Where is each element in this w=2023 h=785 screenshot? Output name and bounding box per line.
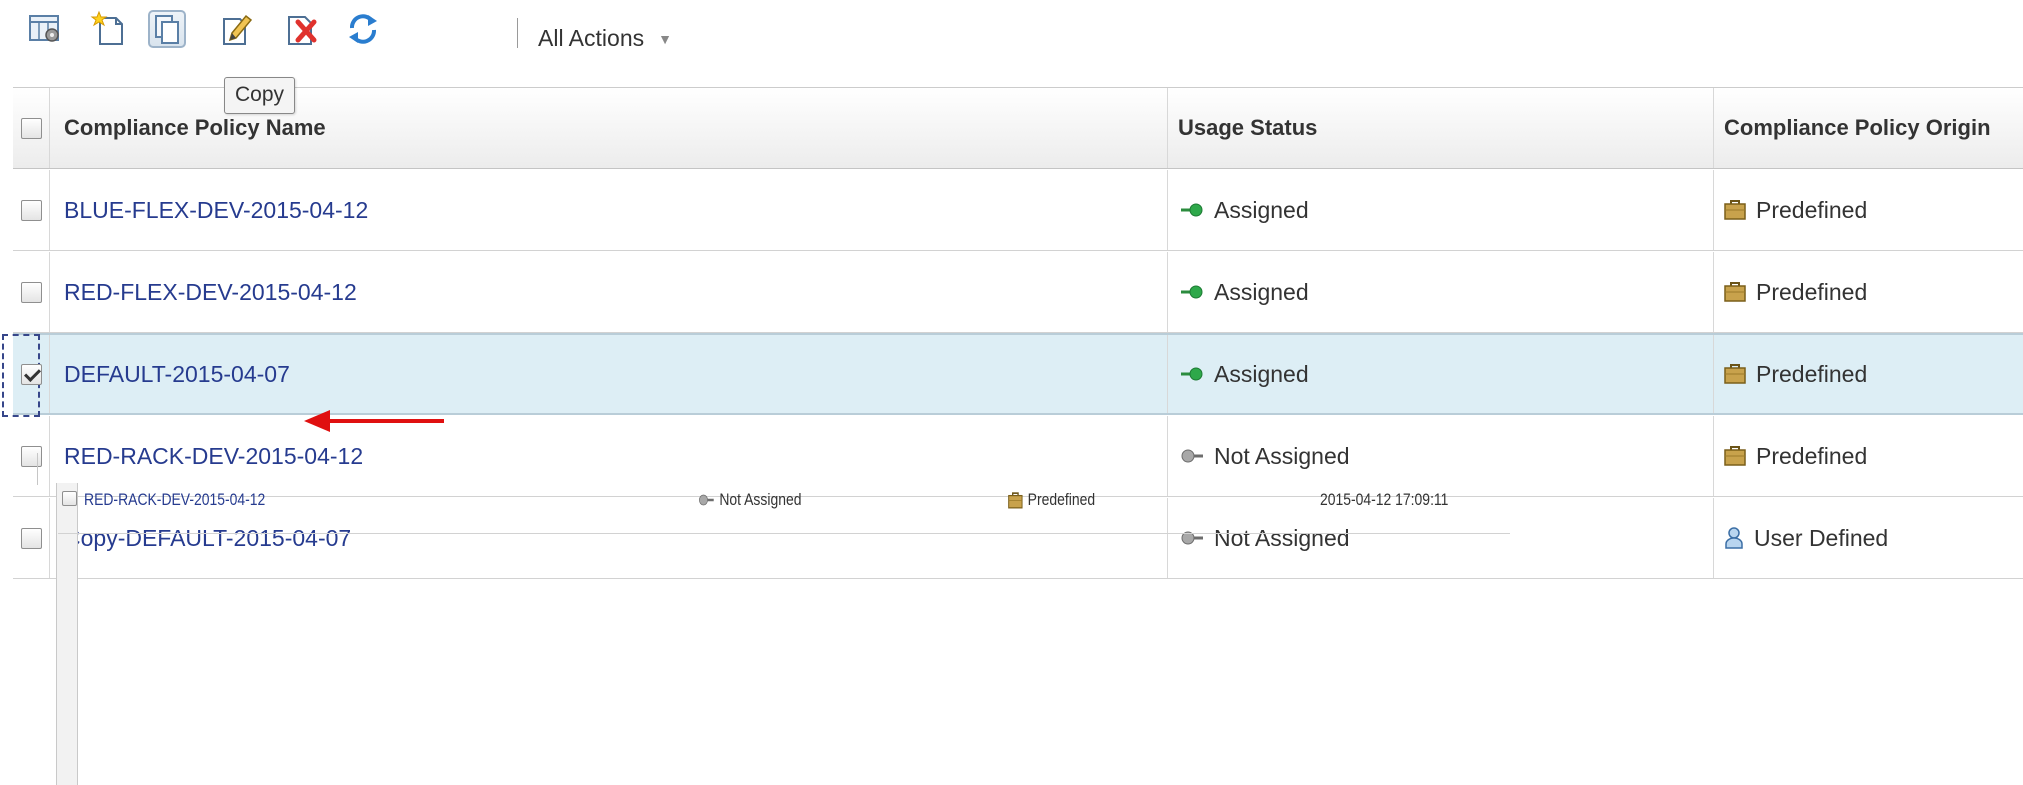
select-all-checkbox[interactable] bbox=[20, 117, 42, 139]
toolbar-separator bbox=[517, 18, 518, 48]
all-actions-label: All Actions bbox=[538, 25, 645, 51]
row-checkbox[interactable] bbox=[20, 199, 42, 221]
table-row[interactable]: BLUE-FLEX-DEV-2015-04-12 Assigned Predef… bbox=[13, 169, 2023, 251]
toolbar: All Actions ▼ bbox=[0, 0, 2023, 66]
origin-text: Predefined bbox=[1756, 196, 1868, 223]
policy-name-link[interactable]: RED-FLEX-DEV-2015-04-12 bbox=[64, 279, 357, 306]
column-header-usage-status[interactable]: Usage Status bbox=[1167, 88, 1713, 168]
row-checkbox-checked[interactable] bbox=[20, 363, 42, 385]
table-row[interactable]: RED-FLEX-DEV-2015-04-12 Assigned Predefi… bbox=[13, 251, 2023, 333]
configure-columns-icon[interactable] bbox=[26, 10, 64, 48]
edit-icon[interactable] bbox=[216, 10, 254, 48]
refresh-icon[interactable] bbox=[344, 10, 382, 48]
table-bottom-edge bbox=[13, 453, 2023, 485]
policy-name-link[interactable]: BLUE-FLEX-DEV-2015-04-12 bbox=[64, 197, 368, 224]
row-checkbox[interactable] bbox=[20, 281, 42, 303]
column-header-origin[interactable]: Compliance Policy Origin bbox=[1713, 88, 2023, 168]
policy-name-link[interactable]: DEFAULT-2015-04-07 bbox=[64, 361, 290, 388]
usage-status-text: Assigned bbox=[1214, 360, 1309, 387]
inset-row-checkbox[interactable] bbox=[62, 491, 77, 506]
inset-screenshot: RED-RACK-DEV-2015-04-12 Not Assigned Pre… bbox=[0, 483, 2023, 785]
usage-status-text: Assigned bbox=[1214, 196, 1309, 223]
inset-usage-status-text: Not Assigned bbox=[719, 490, 802, 509]
assigned-icon bbox=[1181, 285, 1203, 299]
assigned-icon bbox=[1181, 203, 1203, 217]
inset-table-row[interactable]: RED-RACK-DEV-2015-04-12 Not Assigned Pre… bbox=[58, 483, 1510, 534]
not-assigned-icon bbox=[699, 494, 714, 506]
inset-origin-text: Predefined bbox=[1027, 490, 1096, 509]
predefined-icon bbox=[1724, 282, 1746, 302]
new-policy-icon[interactable] bbox=[90, 10, 128, 48]
column-header-name[interactable]: Compliance Policy Name bbox=[49, 88, 1167, 168]
predefined-icon bbox=[1724, 200, 1746, 220]
origin-text: Predefined bbox=[1756, 360, 1868, 387]
assigned-icon bbox=[1181, 367, 1203, 381]
origin-text: Predefined bbox=[1756, 278, 1868, 305]
inset-timestamp: 2015-04-12 17:09:11 bbox=[1320, 490, 1449, 509]
table-header: Compliance Policy Name Usage Status Comp… bbox=[13, 87, 2023, 169]
copy-tooltip: Copy bbox=[224, 77, 296, 114]
predefined-icon bbox=[1008, 491, 1023, 508]
delete-icon[interactable] bbox=[282, 10, 320, 48]
all-actions-dropdown[interactable]: All Actions ▼ bbox=[538, 25, 672, 52]
usage-status-text: Assigned bbox=[1214, 278, 1309, 305]
caret-down-icon: ▼ bbox=[658, 30, 672, 47]
predefined-icon bbox=[1724, 364, 1746, 384]
inset-policy-name-link[interactable]: RED-RACK-DEV-2015-04-12 bbox=[84, 490, 265, 510]
copy-icon[interactable] bbox=[148, 10, 186, 48]
table-row-selected[interactable]: DEFAULT-2015-04-07 Assigned Predefined bbox=[2, 333, 2023, 417]
annotation-arrow bbox=[304, 410, 444, 432]
